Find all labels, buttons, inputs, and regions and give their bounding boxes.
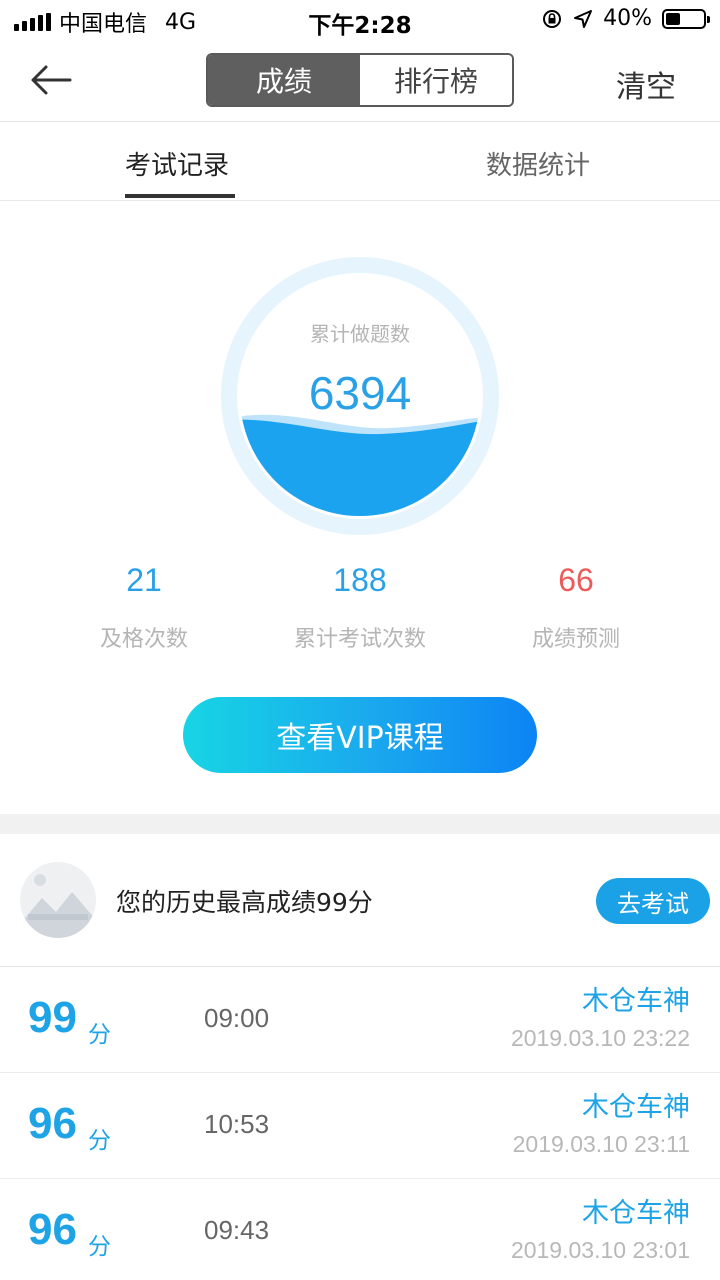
- stat-value: 21: [126, 562, 162, 598]
- stat-label: 累计考试次数: [293, 627, 426, 652]
- record-date: 2019.03.10 23:11: [512, 1131, 690, 1157]
- stat-label: 成绩预测: [531, 627, 620, 652]
- record-row[interactable]: 96 分 09:43 木仓车神 2019.03.10 23:01: [0, 1179, 720, 1280]
- total-questions-label: 累计做题数: [310, 322, 410, 346]
- status-right: 40%: [541, 6, 710, 31]
- record-username: 木仓车神: [582, 1198, 690, 1229]
- record-score: 96: [28, 1205, 77, 1254]
- sub-tabs: 考试记录 数据统计: [0, 123, 720, 201]
- go-exam-button[interactable]: 去考试: [596, 878, 710, 924]
- record-duration: 09:00: [204, 1003, 270, 1033]
- total-questions-value: 6394: [308, 367, 412, 419]
- nav-bar: 成绩 排行榜 清空: [0, 40, 720, 122]
- record-row[interactable]: 96 分 10:53 木仓车神 2019.03.10 23:11: [0, 1073, 720, 1179]
- record-row[interactable]: 99 分 09:00 木仓车神 2019.03.10 23:22: [0, 967, 720, 1073]
- record-score: 96: [28, 1099, 77, 1148]
- avatar: [20, 862, 96, 938]
- arrow-left-icon: [31, 65, 72, 95]
- record-duration: 10:53: [204, 1109, 270, 1139]
- battery-fill: [666, 12, 681, 25]
- status-bar: 中国电信 4G 下午2:28 40%: [0, 0, 720, 40]
- record-username: 木仓车神: [582, 1092, 690, 1123]
- stat-score-prediction: 66 成绩预测: [456, 562, 696, 653]
- best-score-row: 您的历史最高成绩99分 去考试: [0, 834, 720, 967]
- back-button[interactable]: [28, 60, 76, 100]
- stat-exam-count: 188 累计考试次数: [240, 562, 480, 653]
- segment-ranking[interactable]: 排行榜: [360, 55, 512, 105]
- tab-data-stats[interactable]: 数据统计: [486, 145, 590, 182]
- segment-control: 成绩 排行榜: [206, 53, 514, 107]
- record-duration: 09:43: [204, 1215, 270, 1245]
- battery-percent: 40%: [603, 6, 652, 31]
- location-icon: [574, 9, 593, 28]
- battery-icon: [662, 8, 710, 29]
- tab-indicator: [125, 194, 235, 198]
- record-score-unit: 分: [88, 1128, 111, 1154]
- stat-value: 188: [333, 562, 387, 598]
- section-divider: [0, 814, 720, 834]
- record-score: 99: [28, 993, 77, 1042]
- tab-exam-records[interactable]: 考试记录: [125, 145, 229, 182]
- stat-pass-count: 21 及格次数: [24, 562, 264, 653]
- record-date: 2019.03.10 23:01: [510, 1237, 690, 1263]
- record-score-unit: 分: [88, 1022, 111, 1048]
- rotation-lock-icon: [543, 9, 562, 28]
- stat-label: 及格次数: [99, 627, 188, 652]
- clear-button[interactable]: 清空: [616, 62, 676, 106]
- record-date: 2019.03.10 23:22: [510, 1025, 690, 1051]
- record-score-unit: 分: [88, 1234, 111, 1260]
- view-vip-course-button[interactable]: 查看VIP课程: [183, 697, 537, 773]
- stat-value: 66: [558, 562, 594, 598]
- image-placeholder-icon: [20, 862, 96, 938]
- best-score-text: 您的历史最高成绩99分: [116, 888, 373, 917]
- segment-scores[interactable]: 成绩: [208, 55, 360, 105]
- record-username: 木仓车神: [582, 986, 690, 1017]
